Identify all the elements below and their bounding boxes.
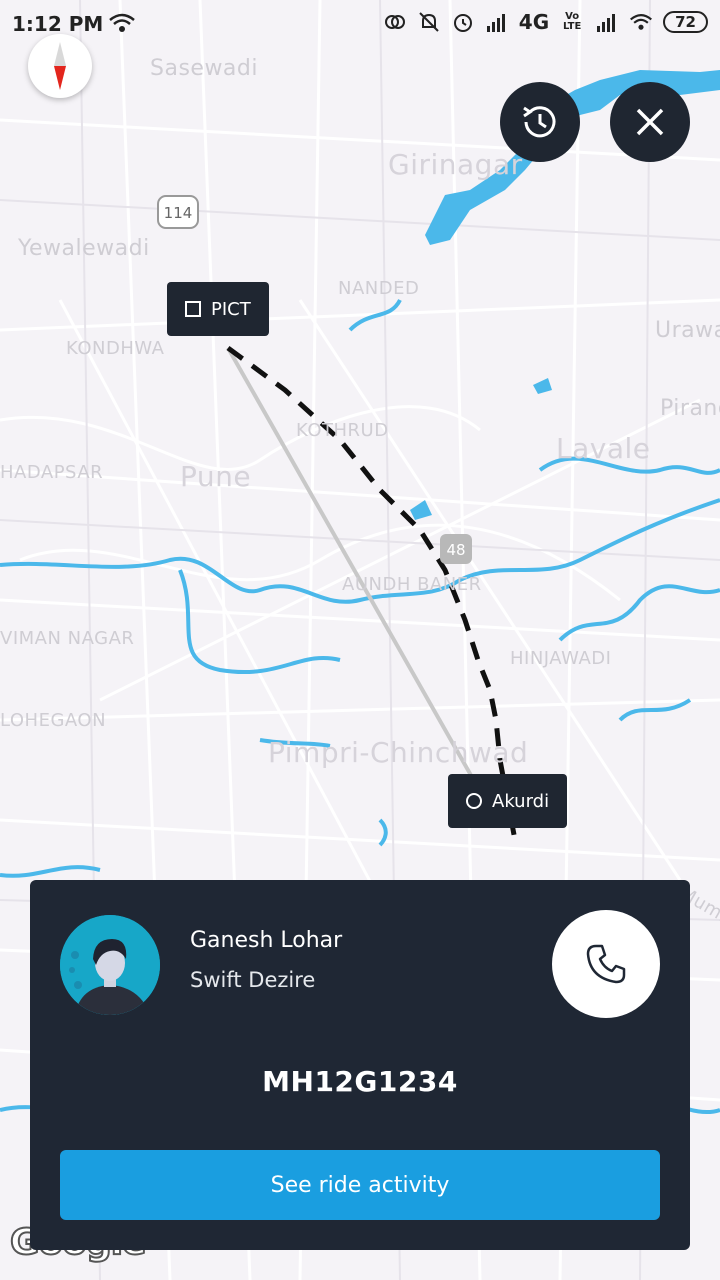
battery-indicator: 72 [663, 11, 708, 33]
ride-details-card: Ganesh Lohar Swift Dezire MH12G1234 See … [30, 880, 690, 1250]
highway-shield-label: 48 [446, 541, 465, 559]
pickup-label: PICT [211, 298, 251, 320]
status-time: 1:12 PM [12, 12, 104, 36]
driver-name: Ganesh Lohar [190, 928, 343, 953]
ride-history-button[interactable] [500, 82, 580, 162]
map-place-label: Pirangut [660, 396, 720, 421]
dropoff-pin[interactable]: Akurdi [448, 774, 568, 828]
map-place-label: VIMAN NAGAR [0, 628, 135, 649]
phone-icon [586, 944, 626, 984]
map-place-label: Sasewadi [150, 56, 258, 81]
map-place-label: AUNDH BANER [342, 574, 482, 595]
highway-shield: 114 [157, 195, 199, 229]
pickup-square-icon [185, 301, 201, 317]
dropoff-label: Akurdi [492, 790, 550, 812]
dropoff-circle-icon [466, 793, 482, 809]
map-place-label: Pimpri-Chinchwad [268, 736, 529, 769]
map-place-label: KONDHWA [66, 338, 165, 359]
alarm-icon [453, 14, 472, 32]
map-place-label: Girinagar [388, 148, 523, 181]
compass-button[interactable] [28, 34, 92, 98]
highway-shield: 48 [440, 534, 472, 564]
vehicle-plate: MH12G1234 [262, 1065, 458, 1098]
map-place-label: Urawade [655, 318, 720, 343]
signal-icon [486, 14, 505, 32]
volte-badge: Vo LTE [562, 11, 582, 32]
network-type: 4G [518, 10, 550, 34]
signal-icon [597, 14, 616, 32]
map-place-label: Yewalewadi [18, 236, 150, 261]
close-button[interactable] [610, 82, 690, 162]
map-place-label: Lavale [556, 432, 651, 465]
compass-icon [54, 42, 66, 90]
status-bar: 1:12 PM 4G Vo LTE 72 [0, 0, 720, 50]
driver-avatar-image [60, 915, 160, 1015]
close-icon [636, 108, 664, 136]
map-place-label: KOTHRUD [296, 420, 389, 441]
map-place-label: LOHEGAON [0, 710, 107, 731]
map-place-label: NANDED [338, 278, 420, 299]
driver-avatar [60, 915, 160, 1015]
mute-bell-icon [419, 12, 439, 32]
see-ride-activity-button[interactable]: See ride activity [60, 1150, 660, 1220]
pickup-pin[interactable]: PICT [167, 282, 269, 336]
map-place-label: HINJAWADI [510, 648, 612, 669]
highway-shield-label: 114 [164, 204, 193, 222]
hotspot-wifi-icon [109, 13, 135, 32]
map-place-label: HADAPSAR [0, 462, 104, 483]
map-place-label: Pune [180, 460, 252, 493]
car-model: Swift Dezire [190, 968, 316, 992]
wifi-icon [630, 14, 653, 30]
sync-icon [384, 15, 405, 29]
history-icon [523, 106, 556, 138]
call-driver-button[interactable] [552, 910, 660, 1018]
